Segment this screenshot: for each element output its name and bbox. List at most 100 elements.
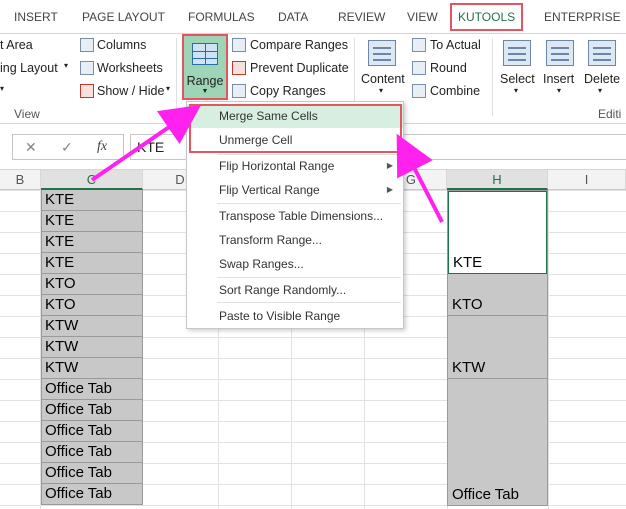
column-header-c[interactable]: C: [41, 170, 143, 190]
tab-formulas[interactable]: FORMULAS: [188, 10, 255, 24]
columns-button[interactable]: Columns: [97, 38, 146, 52]
menu-item-transpose[interactable]: Transpose Table Dimensions...: [187, 204, 403, 228]
cell-c9[interactable]: KTW: [41, 358, 143, 379]
area-option[interactable]: t Area: [0, 38, 33, 52]
tab-view[interactable]: VIEW: [407, 10, 438, 24]
column-header-h[interactable]: H: [447, 170, 548, 190]
tab-review[interactable]: REVIEW: [338, 10, 385, 24]
select-icon: [503, 40, 531, 66]
fx-icon[interactable]: fx: [97, 139, 107, 155]
select-button[interactable]: Select: [500, 72, 535, 86]
cell-c11[interactable]: Office Tab: [41, 400, 143, 421]
editing-group-label: Editi: [598, 107, 622, 121]
cell-c8[interactable]: KTW: [41, 337, 143, 358]
copy-ranges-icon: [232, 84, 246, 98]
tab-data[interactable]: DATA: [278, 10, 308, 24]
chevron-down-icon: ▼: [201, 88, 209, 95]
content-dropdown-icon[interactable]: ▾: [379, 86, 383, 95]
merged-cell-text: Office Tab: [452, 486, 519, 503]
compare-ranges-button[interactable]: Compare Ranges: [250, 38, 348, 52]
insert-button[interactable]: Insert: [543, 72, 574, 86]
cell-c3[interactable]: KTE: [41, 232, 143, 253]
show-hide-icon: [80, 84, 94, 98]
menu-item-label: Flip Vertical Range: [219, 183, 320, 197]
delete-icon: [588, 40, 616, 66]
view-dropdown-icon[interactable]: ▾: [0, 84, 4, 93]
prevent-duplicate-icon: [232, 61, 246, 75]
range-button[interactable]: Range ▼: [182, 34, 228, 100]
insert-dropdown-icon[interactable]: ▾: [557, 86, 561, 95]
delete-button[interactable]: Delete: [584, 72, 620, 86]
range-button-label: Range: [186, 74, 224, 88]
to-actual-icon: [412, 38, 426, 52]
menu-item-flip-vertical[interactable]: Flip Vertical Range ▶: [187, 178, 403, 202]
worksheets-icon: [80, 61, 94, 75]
submenu-arrow-icon: ▶: [386, 185, 393, 194]
layout-option[interactable]: ing Layout: [0, 61, 58, 75]
tab-insert[interactable]: INSERT: [14, 10, 58, 24]
cell-c1[interactable]: KTE: [41, 190, 143, 211]
column-header-i[interactable]: I: [548, 170, 626, 190]
range-icon: [192, 43, 218, 65]
tab-page-layout[interactable]: PAGE LAYOUT: [82, 10, 165, 24]
ribbon-tabs: INSERT PAGE LAYOUT FORMULAS DATA REVIEW …: [0, 0, 626, 34]
cell-c12[interactable]: Office Tab: [41, 421, 143, 442]
combine-button[interactable]: Combine: [430, 84, 480, 98]
to-actual-button[interactable]: To Actual: [430, 38, 481, 52]
layout-dropdown-icon[interactable]: ▾: [64, 61, 68, 70]
enter-icon[interactable]: ✓: [61, 139, 73, 156]
view-group-label: View: [14, 107, 40, 121]
select-dropdown-icon[interactable]: ▾: [514, 86, 518, 95]
group-separator: [492, 38, 493, 116]
column-h-merged-range: KTE KTO KTW Office Tab: [447, 190, 548, 506]
combine-icon: [412, 84, 426, 98]
content-icon: [368, 40, 396, 66]
menu-item-flip-horizontal[interactable]: Flip Horizontal Range ▶: [187, 154, 403, 178]
insert-icon: [546, 40, 574, 66]
merged-cell-text: KTW: [452, 359, 486, 376]
columns-icon: [80, 38, 94, 52]
grid-line: [548, 190, 549, 509]
delete-dropdown-icon[interactable]: ▾: [598, 86, 602, 95]
merged-cell-text: KTO: [452, 296, 483, 313]
menu-item-swap-ranges[interactable]: Swap Ranges...: [187, 252, 403, 276]
cell-c7[interactable]: KTW: [41, 316, 143, 337]
menu-item-transform-range[interactable]: Transform Range...: [187, 228, 403, 252]
merged-cell[interactable]: Office Tab: [448, 379, 547, 505]
menu-item-merge-same-cells[interactable]: Merge Same Cells: [187, 104, 403, 128]
menu-item-label: Flip Horizontal Range: [219, 159, 335, 173]
merged-cell-text: KTE: [453, 254, 483, 271]
cell-c13[interactable]: Office Tab: [41, 442, 143, 463]
group-separator: [176, 38, 177, 116]
cell-c5[interactable]: KTO: [41, 274, 143, 295]
cell-c10[interactable]: Office Tab: [41, 379, 143, 400]
column-header-b[interactable]: B: [0, 170, 41, 190]
merged-cell[interactable]: KTE: [448, 191, 547, 274]
show-hide-button[interactable]: Show / Hide: [97, 84, 164, 98]
formula-controls: ✕ ✓ fx: [12, 134, 124, 160]
cell-c4[interactable]: KTE: [41, 253, 143, 274]
worksheets-button[interactable]: Worksheets: [97, 61, 163, 75]
menu-item-paste-visible[interactable]: Paste to Visible Range: [187, 304, 403, 328]
show-hide-dropdown-icon[interactable]: ▾: [166, 84, 170, 93]
cell-c2[interactable]: KTE: [41, 211, 143, 232]
round-icon: [412, 61, 426, 75]
compare-ranges-icon: [232, 38, 246, 52]
prevent-duplicate-button[interactable]: Prevent Duplicate: [250, 61, 349, 75]
cell-c14[interactable]: Office Tab: [41, 463, 143, 484]
cancel-icon[interactable]: ✕: [25, 139, 37, 156]
cell-c6[interactable]: KTO: [41, 295, 143, 316]
tab-kutools[interactable]: KUTOOLS: [450, 3, 524, 31]
cell-c15[interactable]: Office Tab: [41, 484, 143, 505]
copy-ranges-button[interactable]: Copy Ranges: [250, 84, 326, 98]
merged-cell[interactable]: KTO: [448, 274, 547, 316]
submenu-arrow-icon: ▶: [386, 161, 393, 170]
merged-cell[interactable]: KTW: [448, 316, 547, 379]
menu-item-sort-randomly[interactable]: Sort Range Randomly...: [187, 278, 403, 302]
menu-item-unmerge-cell[interactable]: Unmerge Cell: [187, 128, 403, 152]
range-dropdown-menu: Merge Same Cells Unmerge Cell Flip Horiz…: [186, 101, 404, 329]
content-button[interactable]: Content: [361, 72, 405, 86]
menu-divider: [217, 302, 401, 303]
round-button[interactable]: Round: [430, 61, 467, 75]
tab-enterprise[interactable]: ENTERPRISE: [544, 10, 621, 24]
